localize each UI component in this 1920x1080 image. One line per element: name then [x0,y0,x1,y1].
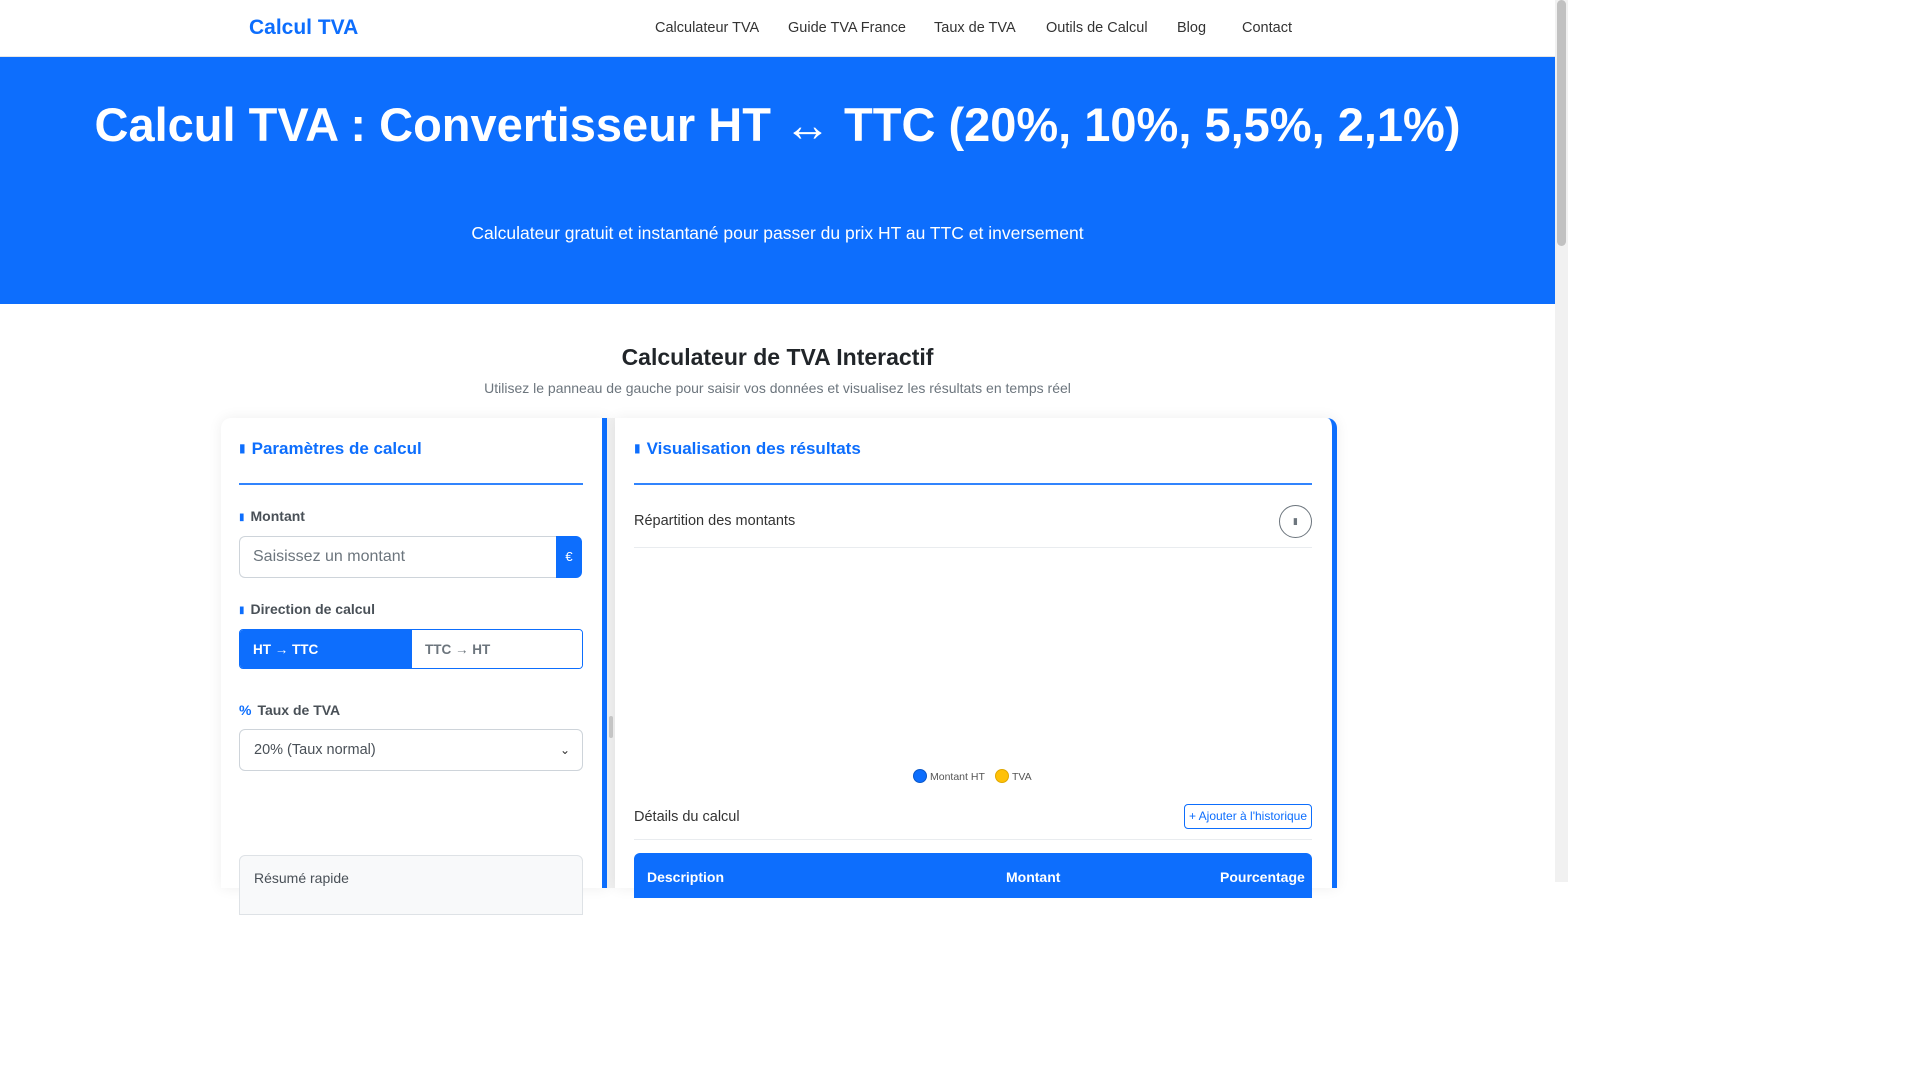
direction-toggle: HT → TTC TTC → HT [239,629,583,669]
table-header-pourcentage: Pourcentage [1220,869,1305,885]
details-table-header: Description Montant Pourcentage [634,853,1312,898]
params-heading: ▮ Paramètres de calcul [239,439,422,459]
chart-title: Répartition des montants [634,513,796,529]
page-scrollbar[interactable] [1555,0,1568,882]
section-title: Calculateur de TVA Interactif [621,344,934,370]
nav-link-taux[interactable]: Taux de TVA [934,20,1016,36]
legend-dot-tva [995,769,1009,783]
direction-label: ▮ Direction de calcul [239,601,375,617]
amount-label: ▮ Montant [239,508,305,524]
direction-ttc-ht-button[interactable]: TTC → HT [412,630,582,668]
chart-download-button[interactable]: ▮ [1279,505,1312,538]
rate-select[interactable]: 20% (Taux normal) ⌄ [239,729,583,771]
currency-addon: € [556,536,582,578]
arrows-icon: ▮ [239,605,245,616]
rate-label: % Taux de TVA [239,702,340,718]
hero-title: Calcul TVA : Convertisseur HT ↔ TTC (20%… [94,98,1461,151]
sliders-icon: ▮ [239,441,246,455]
brand-logo[interactable]: Calcul TVA [249,16,358,40]
details-divider [634,839,1312,840]
rate-label-text: Taux de TVA [257,702,341,718]
table-header-description: Description [647,869,725,885]
nav-link-outils[interactable]: Outils de Calcul [1046,20,1148,36]
nav-link-calculateur[interactable]: Calculateur TVA [655,20,759,36]
legend-dot-ht [913,769,927,783]
panel-accent-bar [602,418,607,888]
chart-icon: ▮ [634,441,641,455]
section-subtitle: Utilisez le panneau de gauche pour saisi… [484,380,1071,396]
nav-link-guide[interactable]: Guide TVA France [788,20,906,36]
panel-scrollbar[interactable] [602,418,615,888]
chart-header-divider [634,547,1312,548]
direction-ht-ttc-button[interactable]: HT → TTC [240,630,412,668]
direction-label-text: Direction de calcul [250,601,375,617]
hero-subtitle: Calculateur gratuit et instantané pour p… [471,223,1084,243]
table-header-montant: Montant [1006,869,1061,885]
hero-banner: Calcul TVA : Convertisseur HT ↔ TTC (20%… [0,57,1555,304]
page-scrollbar-thumb[interactable] [1557,0,1566,246]
params-panel: ▮ Paramètres de calcul ▮ Montant € ▮ Direct… [221,418,608,915]
chevron-down-icon: ⌄ [559,743,570,757]
rate-select-value: 20% (Taux normal) [254,742,376,758]
results-heading-text: Visualisation des résultats [646,439,861,458]
add-to-history-button[interactable]: + Ajouter à l'historique [1184,804,1312,829]
details-title: Détails du calcul [634,809,740,825]
navbar: Calcul TVA Calculateur TVA Guide TVA Fra… [0,0,1555,57]
download-icon: ▮ [1293,516,1298,526]
params-heading-text: Paramètres de calcul [251,439,422,458]
nav-link-blog[interactable]: Blog [1177,20,1206,36]
percent-icon: % [239,702,252,718]
legend-item-tva[interactable]: TVA [995,769,1032,783]
quick-summary-title: Résumé rapide [254,870,349,886]
quick-summary: Résumé rapide [239,855,583,915]
legend-label-ht: Montant HT [930,771,985,783]
legend-label-tva: TVA [1012,771,1032,783]
legend-item-ht[interactable]: Montant HT [913,769,985,783]
params-divider [239,483,583,485]
results-panel: ▮ Visualisation des résultats Répartition… [615,418,1337,898]
results-heading: ▮ Visualisation des résultats [634,439,861,459]
panel-scrollbar-thumb[interactable] [609,716,613,738]
nav-link-contact[interactable]: Contact [1242,20,1292,36]
amount-label-text: Montant [250,508,305,524]
chart-legend: Montant HT TVA [615,769,1337,785]
amount-input[interactable] [239,536,557,578]
euro-icon: ▮ [239,512,245,523]
results-divider [634,483,1312,485]
